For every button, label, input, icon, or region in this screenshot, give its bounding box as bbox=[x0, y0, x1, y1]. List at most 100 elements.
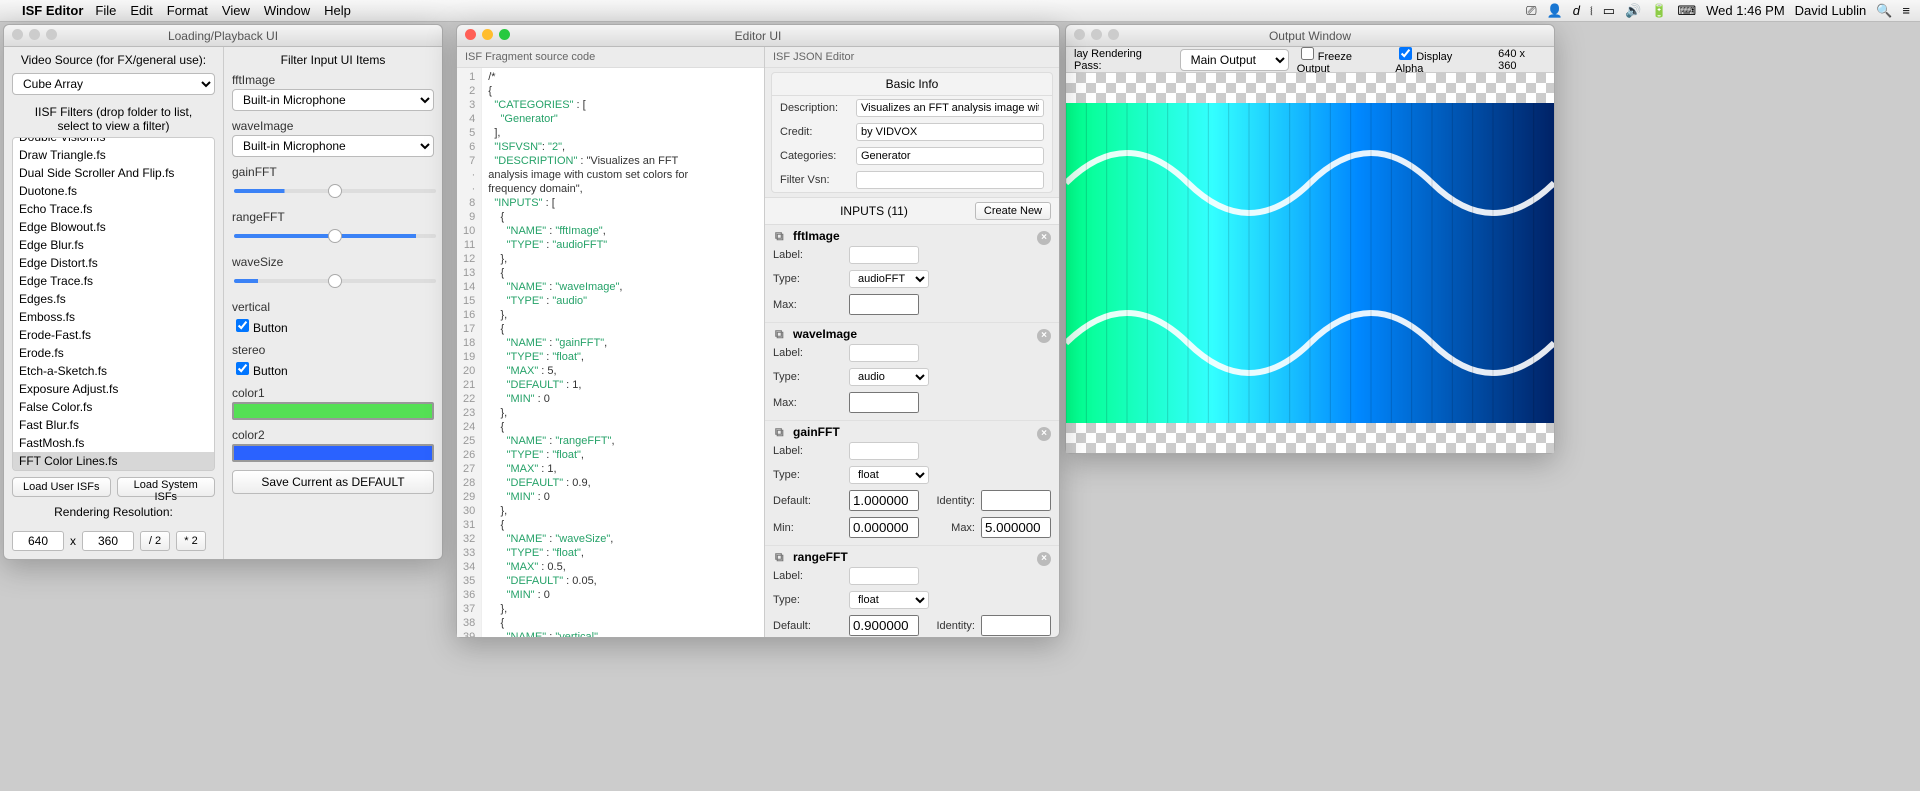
delete-input-icon[interactable]: × bbox=[1037, 329, 1051, 343]
battery-icon[interactable]: 🔋 bbox=[1651, 3, 1667, 19]
filter-item[interactable]: Etch-a-Sketch.fs bbox=[13, 362, 214, 380]
app-name[interactable]: ISF Editor bbox=[22, 3, 83, 18]
vertical-label: vertical bbox=[232, 300, 434, 314]
input-label-field[interactable] bbox=[849, 246, 919, 264]
input-type-select[interactable]: float bbox=[849, 591, 929, 609]
close-icon[interactable] bbox=[465, 29, 476, 40]
filter-item[interactable]: Dual Side Scroller And Flip.fs bbox=[13, 164, 214, 182]
filter-item[interactable]: Edge Distort.fs bbox=[13, 254, 214, 272]
input-max-field[interactable] bbox=[849, 294, 919, 315]
zoom-icon[interactable] bbox=[499, 29, 510, 40]
color1-swatch[interactable] bbox=[232, 402, 434, 420]
filter-item[interactable]: Fast Blur.fs bbox=[13, 416, 214, 434]
code-editor[interactable]: 1 2 3 4 5 6 7 · · 8 9 10 11 12 13 14 15 … bbox=[457, 68, 764, 637]
stereo-checkbox[interactable]: Button bbox=[232, 364, 288, 378]
load-user-isfs-button[interactable]: Load User ISFs bbox=[12, 477, 111, 497]
display-alpha-checkbox[interactable]: Display Alpha bbox=[1395, 44, 1482, 75]
load-system-isfs-button[interactable]: Load System ISFs bbox=[117, 477, 216, 497]
filter-item[interactable]: Edge Trace.fs bbox=[13, 272, 214, 290]
input-label-field[interactable] bbox=[849, 344, 919, 362]
create-new-button[interactable]: Create New bbox=[975, 202, 1051, 220]
minimize-icon[interactable] bbox=[29, 29, 40, 40]
input-label-field[interactable] bbox=[849, 442, 919, 460]
filter-item[interactable]: Double Vision.fs bbox=[13, 137, 214, 146]
input-max-field[interactable] bbox=[849, 392, 919, 413]
menu-file[interactable]: File bbox=[95, 3, 116, 18]
filter-item[interactable]: Draw Triangle.fs bbox=[13, 146, 214, 164]
delete-input-icon[interactable]: × bbox=[1037, 427, 1051, 441]
input-max-field[interactable] bbox=[981, 517, 1051, 538]
vertical-checkbox[interactable]: Button bbox=[232, 321, 288, 335]
menu-format[interactable]: Format bbox=[167, 3, 208, 18]
camera-icon[interactable]: 👤 bbox=[1547, 3, 1563, 19]
input-default-field[interactable] bbox=[849, 490, 919, 511]
display-icon[interactable]: ▭ bbox=[1603, 3, 1615, 19]
zoom-icon[interactable] bbox=[46, 29, 57, 40]
credit-field[interactable] bbox=[856, 123, 1044, 141]
menu-edit[interactable]: Edit bbox=[130, 3, 152, 18]
input-default-field[interactable] bbox=[849, 615, 919, 636]
spotlight-icon[interactable]: 🔍 bbox=[1876, 3, 1892, 19]
wifi-icon[interactable]: ⧙ bbox=[1590, 3, 1593, 19]
user-name[interactable]: David Lublin bbox=[1795, 3, 1867, 18]
delete-input-icon[interactable]: × bbox=[1037, 552, 1051, 566]
video-source-select[interactable]: Cube Array bbox=[12, 73, 215, 95]
keyboard-icon[interactable]: ⌨ bbox=[1677, 3, 1696, 19]
menu-window[interactable]: Window bbox=[264, 3, 310, 18]
filter-item[interactable]: Edges.fs bbox=[13, 290, 214, 308]
filter-item[interactable]: Emboss.fs bbox=[13, 308, 214, 326]
filter-item[interactable]: Echo Trace.fs bbox=[13, 200, 214, 218]
code-pane-title: ISF Fragment source code bbox=[457, 47, 764, 68]
filter-item[interactable]: Edge Blowout.fs bbox=[13, 218, 214, 236]
filter-item[interactable]: Duotone.fs bbox=[13, 182, 214, 200]
gainfft-slider[interactable] bbox=[234, 183, 436, 199]
rangefft-slider[interactable] bbox=[234, 228, 436, 244]
screencast-icon[interactable]: ⎚ bbox=[1526, 3, 1536, 19]
output-toolbar: lay Rendering Pass: Main Output Freeze O… bbox=[1066, 47, 1554, 73]
filtervsn-field[interactable] bbox=[856, 171, 1044, 189]
input-name: fftImage× bbox=[765, 229, 1059, 243]
wavesize-slider[interactable] bbox=[234, 273, 436, 289]
close-icon[interactable] bbox=[12, 29, 23, 40]
res-double-button[interactable]: * 2 bbox=[176, 531, 206, 551]
input-label-field[interactable] bbox=[849, 567, 919, 585]
d-icon[interactable]: d bbox=[1573, 3, 1580, 18]
input-type-select[interactable]: audioFFT bbox=[849, 270, 929, 288]
menu-help[interactable]: Help bbox=[324, 3, 351, 18]
inputs-header: INPUTS (11) bbox=[773, 204, 975, 218]
volume-icon[interactable]: 🔊 bbox=[1625, 3, 1641, 19]
fftimage-label: fftImage bbox=[232, 73, 434, 87]
json-pane-title: ISF JSON Editor bbox=[765, 47, 1059, 68]
filter-list[interactable]: Dither-Bayer.fsDot Screen.fsDouble Visio… bbox=[12, 137, 215, 471]
input-type-select[interactable]: audio bbox=[849, 368, 929, 386]
save-default-button[interactable]: Save Current as DEFAULT bbox=[232, 470, 434, 494]
notifications-icon[interactable]: ≡ bbox=[1902, 3, 1910, 18]
delete-input-icon[interactable]: × bbox=[1037, 231, 1051, 245]
rendering-pass-label: lay Rendering Pass: bbox=[1074, 48, 1172, 72]
minimize-icon[interactable] bbox=[482, 29, 493, 40]
menu-view[interactable]: View bbox=[222, 3, 250, 18]
input-type-select[interactable]: float bbox=[849, 466, 929, 484]
color2-swatch[interactable] bbox=[232, 444, 434, 462]
filter-item[interactable]: Erode-Fast.fs bbox=[13, 326, 214, 344]
freeze-output-checkbox[interactable]: Freeze Output bbox=[1297, 44, 1388, 75]
fftimage-select[interactable]: Built-in Microphone bbox=[232, 89, 434, 111]
filter-item[interactable]: Exposure Adjust.fs bbox=[13, 380, 214, 398]
description-field[interactable] bbox=[856, 99, 1044, 117]
filter-item[interactable]: FFT Color Lines.fs bbox=[13, 452, 214, 470]
filter-item[interactable]: Edge Blur.fs bbox=[13, 236, 214, 254]
rendering-pass-select[interactable]: Main Output bbox=[1180, 49, 1289, 71]
input-min-field[interactable] bbox=[849, 517, 919, 538]
categories-field[interactable] bbox=[856, 147, 1044, 165]
color1-label: color1 bbox=[232, 386, 434, 400]
res-half-button[interactable]: / 2 bbox=[140, 531, 170, 551]
res-width-input[interactable] bbox=[12, 531, 64, 551]
res-height-input[interactable] bbox=[82, 531, 134, 551]
filter-item[interactable]: False Color.fs bbox=[13, 398, 214, 416]
filter-item[interactable]: FastMosh.fs bbox=[13, 434, 214, 452]
filter-item[interactable]: Erode.fs bbox=[13, 344, 214, 362]
input-identity-field[interactable] bbox=[981, 615, 1051, 636]
input-identity-field[interactable] bbox=[981, 490, 1051, 511]
clock[interactable]: Wed 1:46 PM bbox=[1706, 3, 1785, 18]
waveimage-select[interactable]: Built-in Microphone bbox=[232, 135, 434, 157]
